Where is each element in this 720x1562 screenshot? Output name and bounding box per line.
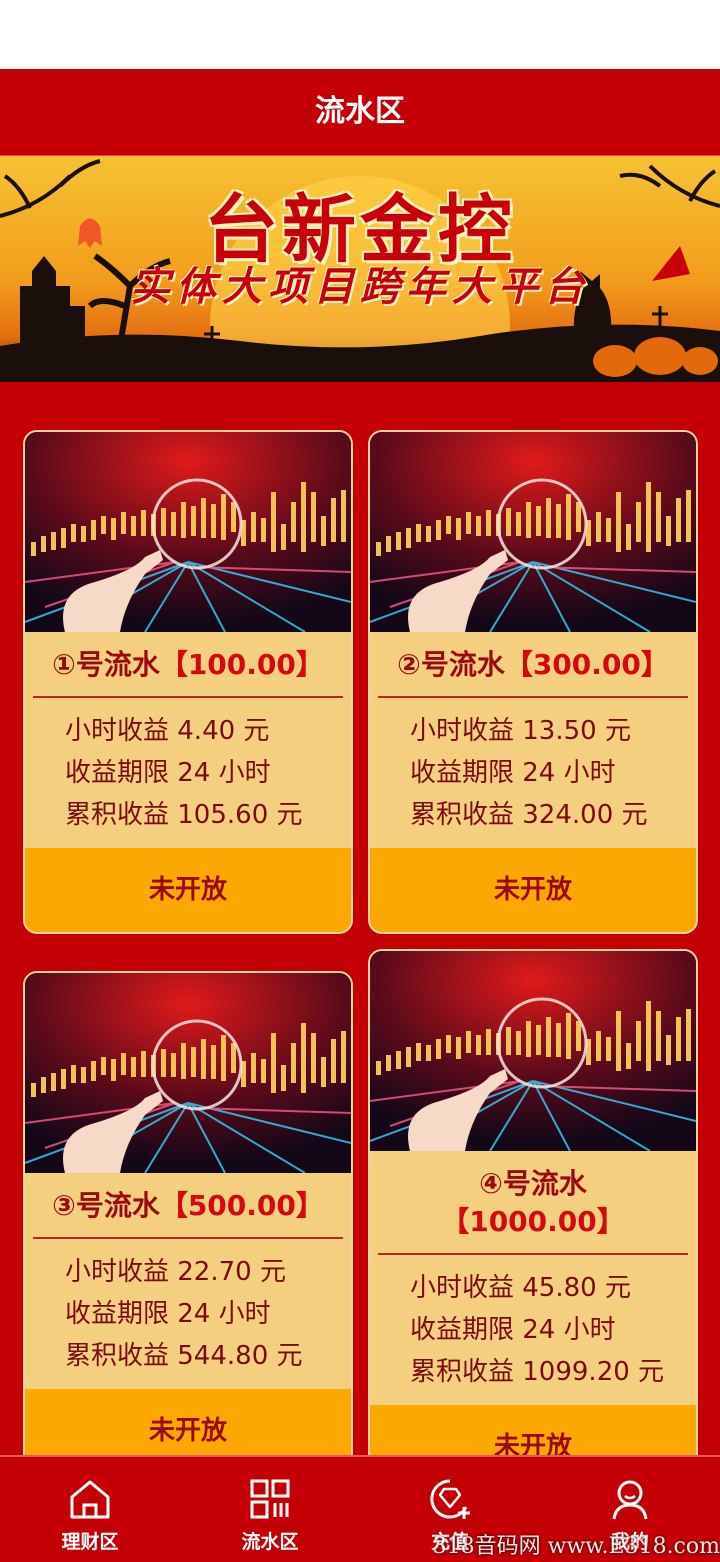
product-details: 小时收益 22.70 元 收益期限 24 小时 累积收益 544.80 元 [25, 1239, 351, 1389]
product-name: 号流水 [420, 648, 505, 681]
total-income: 累积收益 1099.20 元 [410, 1357, 665, 1387]
tab-label: 流水区 [241, 1531, 299, 1553]
tab-flow[interactable]: 流水区 [180, 1457, 360, 1562]
product-card: ①号流水【100.00】 小时收益 4.40 元 收益期限 24 小时 累积收益… [23, 430, 353, 934]
status-button[interactable]: 未开放 [370, 848, 696, 932]
promo-banner[interactable]: 台新金控 实体大项目跨年大平台 [0, 156, 720, 382]
banner-subtitle: 实体大项目跨年大平台 [130, 264, 590, 310]
product-amount: 【1000.00】 [441, 1205, 625, 1238]
product-card: ④号流水【1000.00】 小时收益 45.80 元 收益期限 24 小时 累积… [368, 949, 698, 1455]
product-details: 小时收益 13.50 元 收益期限 24 小时 累积收益 324.00 元 [370, 698, 696, 848]
product-number: ③ [52, 1189, 76, 1222]
product-card: ②号流水【300.00】 小时收益 13.50 元 收益期限 24 小时 累积收… [368, 430, 698, 934]
product-list: ①号流水【100.00】 小时收益 4.40 元 收益期限 24 小时 累积收益… [0, 382, 720, 1455]
candlestick-chart-illustration [370, 432, 696, 632]
product-details: 小时收益 45.80 元 收益期限 24 小时 累积收益 1099.20 元 [370, 1255, 696, 1405]
hourly-income: 小时收益 13.50 元 [410, 716, 631, 746]
total-income: 累积收益 324.00 元 [410, 800, 648, 830]
income-period: 收益期限 24 小时 [65, 1299, 271, 1329]
total-income: 累积收益 544.80 元 [65, 1341, 303, 1371]
income-period: 收益期限 24 小时 [65, 758, 271, 788]
product-image [370, 432, 696, 632]
product-title: ③号流水【500.00】 [33, 1173, 343, 1239]
home-icon [70, 1480, 110, 1519]
page-title: 流水区 [0, 69, 720, 156]
product-title: ②号流水【300.00】 [378, 632, 688, 698]
total-income: 累积收益 105.60 元 [65, 800, 303, 830]
tab-label: 理财区 [61, 1531, 119, 1553]
product-details: 小时收益 4.40 元 收益期限 24 小时 累积收益 105.60 元 [25, 698, 351, 848]
product-name: 号流水 [75, 648, 160, 681]
product-name: 号流水 [75, 1189, 160, 1222]
product-title: ①号流水【100.00】 [33, 632, 343, 698]
grid-icon [250, 1479, 290, 1519]
status-button[interactable]: 未开放 [25, 848, 351, 932]
tab-finance[interactable]: 理财区 [0, 1457, 180, 1562]
candlestick-chart-illustration [370, 951, 696, 1151]
income-period: 收益期限 24 小时 [410, 1315, 616, 1345]
candlestick-chart-illustration [25, 973, 351, 1173]
product-number: ② [397, 648, 421, 681]
status-button[interactable]: 未开放 [370, 1405, 696, 1455]
hourly-income: 小时收益 4.40 元 [65, 716, 270, 746]
product-number: ④ [479, 1167, 503, 1200]
product-title: ④号流水【1000.00】 [378, 1151, 688, 1255]
watermark-text: 318音码网 www.E318.com [432, 1534, 720, 1559]
income-period: 收益期限 24 小时 [410, 758, 616, 788]
product-image [25, 432, 351, 632]
candlestick-chart-illustration [25, 432, 351, 632]
product-number: ① [52, 648, 76, 681]
product-amount: 【300.00】 [504, 648, 669, 681]
product-name: 号流水 [502, 1167, 587, 1200]
diamond-plus-icon [430, 1479, 470, 1519]
product-amount: 【500.00】 [159, 1189, 324, 1222]
product-card: ③号流水【500.00】 小时收益 22.70 元 收益期限 24 小时 累积收… [23, 971, 353, 1455]
hourly-income: 小时收益 22.70 元 [65, 1257, 286, 1287]
product-image [25, 973, 351, 1173]
hourly-income: 小时收益 45.80 元 [410, 1273, 631, 1303]
product-image [370, 951, 696, 1151]
status-button[interactable]: 未开放 [25, 1389, 351, 1455]
status-bar [0, 0, 720, 69]
user-icon [612, 1480, 648, 1520]
product-amount: 【100.00】 [159, 648, 324, 681]
